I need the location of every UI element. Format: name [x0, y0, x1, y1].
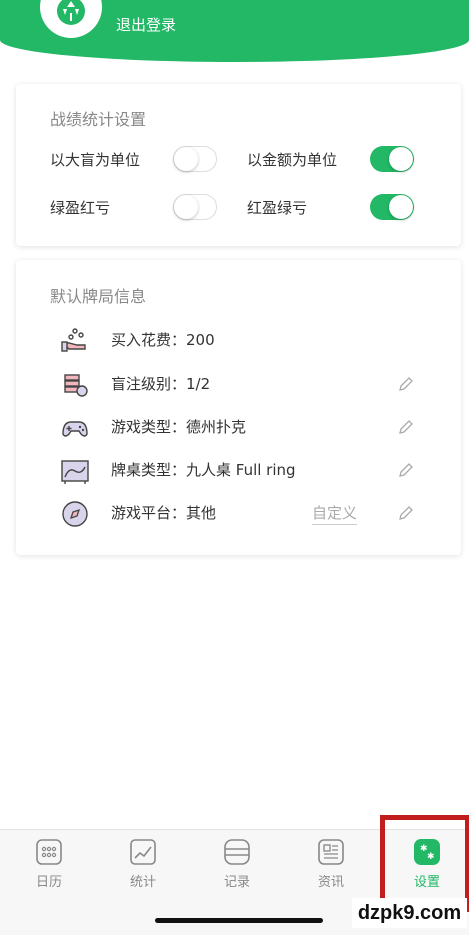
buy-in-row: 买入花费：200: [16, 320, 461, 360]
chips-stack-icon: [58, 368, 92, 402]
stats-settings-card: 战绩统计设置 以大盲为单位 以金额为单位 绿盈红亏 红盈绿亏: [16, 84, 461, 246]
home-indicator: [155, 918, 323, 923]
toggle-knob: [174, 147, 198, 171]
edit-pencil-icon[interactable]: [397, 461, 415, 479]
club-logo-icon: [57, 0, 85, 25]
table-type-label: 牌桌类型：九人桌 Full ring: [111, 461, 296, 479]
news-icon: [318, 839, 344, 865]
default-game-card: 默认牌局信息 买入花费：200 盲注级别：1/2 游戏类型：德州扑克 牌桌类型：…: [16, 260, 461, 555]
toggle-label-amount: 以金额为单位: [247, 151, 338, 169]
toggle-label-red-win: 红盈绿亏: [247, 199, 308, 217]
tab-statistics[interactable]: 统计: [96, 830, 190, 900]
blind-level-label: 盲注级别：1/2: [111, 375, 211, 393]
edit-pencil-icon[interactable]: [397, 418, 415, 436]
platform-label: 游戏平台：其他: [111, 504, 217, 522]
tab-label: 日历: [35, 875, 62, 890]
tab-records[interactable]: 记录: [190, 830, 284, 900]
line-chart-icon: [130, 839, 156, 865]
toggle-big-blind-unit[interactable]: [173, 146, 217, 172]
calendar-grid-icon: [36, 839, 62, 865]
logout-link[interactable]: 退出登录: [116, 14, 176, 35]
custom-platform-link[interactable]: 自定义: [312, 502, 358, 525]
game-type-row[interactable]: 游戏类型：德州扑克: [16, 407, 461, 447]
watermark-text: dzpk9.com: [352, 898, 467, 928]
compass-icon: [58, 497, 92, 531]
hand-coins-icon: [58, 324, 92, 358]
profile-header: 退出登录: [0, 0, 469, 62]
toggle-green-win-red-loss[interactable]: [173, 194, 217, 220]
record-list-icon: [224, 839, 250, 865]
tab-calendar[interactable]: 日历: [2, 830, 96, 900]
edit-pencil-icon[interactable]: [397, 375, 415, 393]
toggle-knob: [389, 195, 413, 219]
default-game-title: 默认牌局信息: [50, 287, 147, 306]
edit-pencil-icon[interactable]: [397, 504, 415, 522]
platform-row[interactable]: 游戏平台：其他 自定义: [16, 493, 461, 533]
blind-level-row[interactable]: 盲注级别：1/2: [16, 364, 461, 404]
poker-table-icon: [58, 454, 92, 488]
toggle-label-green-win: 绿盈红亏: [50, 199, 111, 217]
tab-news[interactable]: 资讯: [284, 830, 378, 900]
stats-settings-title: 战绩统计设置: [50, 110, 147, 129]
tab-label: 资讯: [317, 875, 344, 890]
toggle-red-win-green-loss[interactable]: [370, 194, 414, 220]
toggle-amount-unit[interactable]: [370, 146, 414, 172]
toggle-label-big-blind: 以大盲为单位: [50, 151, 141, 169]
tab-label: 记录: [223, 875, 250, 890]
tab-label: 统计: [129, 875, 156, 890]
toggle-knob: [389, 147, 413, 171]
toggle-knob: [174, 195, 198, 219]
gamepad-icon: [58, 411, 92, 445]
buy-in-label: 买入花费：200: [111, 331, 215, 349]
avatar[interactable]: [40, 0, 102, 38]
table-type-row[interactable]: 牌桌类型：九人桌 Full ring: [16, 450, 461, 490]
game-type-label: 游戏类型：德州扑克: [111, 418, 247, 436]
